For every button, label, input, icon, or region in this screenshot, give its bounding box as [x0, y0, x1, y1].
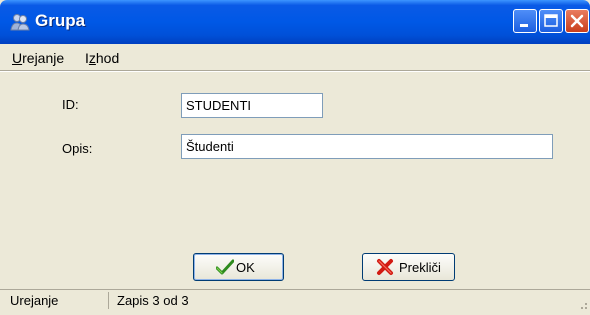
- opis-field[interactable]: Študenti: [181, 134, 553, 159]
- id-label: ID:: [62, 97, 79, 112]
- opis-label: Opis:: [62, 141, 93, 156]
- menu-izhod-rest: hod: [95, 50, 120, 66]
- status-mode: Urejanje: [10, 293, 59, 308]
- close-icon: [570, 14, 584, 28]
- menu-urejanje-rest: rejanje: [22, 50, 65, 66]
- menu-bar: Urejanje Izhod: [0, 47, 590, 69]
- menu-izhod[interactable]: Izhod: [85, 50, 119, 66]
- title-bar[interactable]: Grupa: [0, 0, 590, 44]
- red-x-icon: [376, 258, 394, 279]
- resize-grip-icon[interactable]: [576, 297, 588, 309]
- ok-label: OK: [236, 260, 255, 275]
- status-bar: Urejanje Zapis 3 od 3: [0, 289, 590, 311]
- maximize-icon: [544, 14, 558, 27]
- cancel-button[interactable]: Prekliči: [362, 253, 455, 281]
- window-title: Grupa: [35, 11, 86, 30]
- minimize-button[interactable]: [513, 9, 537, 33]
- dialog-window: Grupa Urejanje Izhod ID: STUDENTI Opis: …: [0, 0, 590, 311]
- minimize-icon: [520, 24, 528, 27]
- status-record: Zapis 3 od 3: [117, 293, 189, 308]
- checkmark-icon: [215, 258, 235, 279]
- menu-separator-highlight: [0, 71, 590, 72]
- menu-urejanje-mnemonic: U: [12, 50, 23, 66]
- cancel-label: Prekliči: [399, 260, 441, 275]
- maximize-button[interactable]: [539, 9, 563, 33]
- close-button[interactable]: [565, 9, 589, 33]
- menu-urejanje[interactable]: Urejanje: [12, 50, 64, 66]
- menu-izhod-mnemonic: z: [88, 50, 96, 66]
- ok-button[interactable]: OK: [193, 253, 284, 281]
- group-icon: [10, 12, 30, 32]
- id-field[interactable]: STUDENTI: [181, 93, 323, 118]
- status-divider: [108, 292, 109, 309]
